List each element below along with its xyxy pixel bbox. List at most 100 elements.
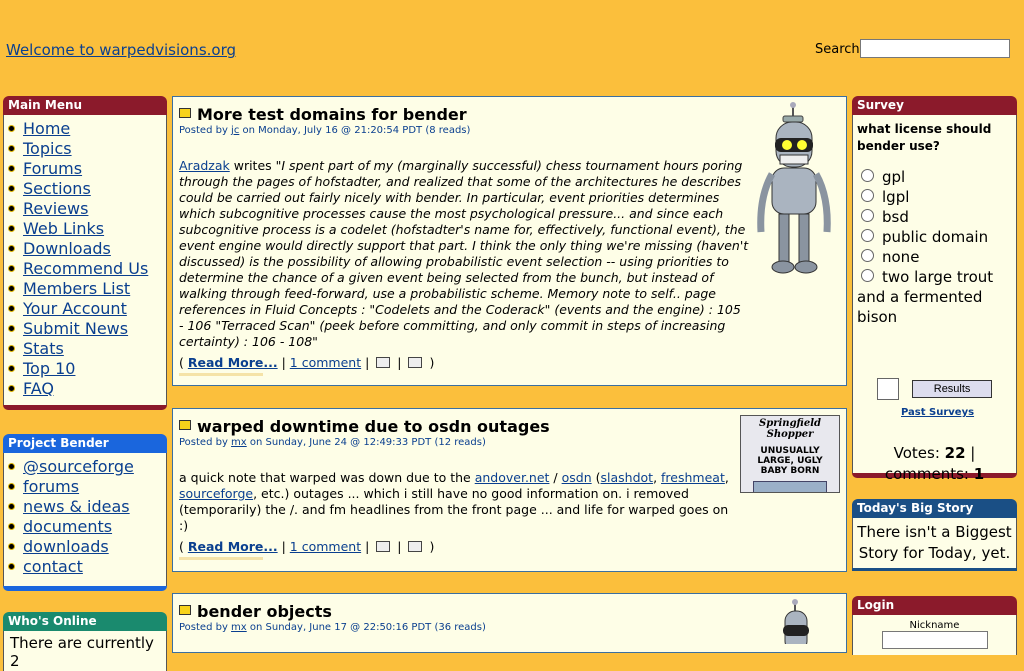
read-more-link[interactable]: Read More... [188,355,278,370]
survey-option[interactable]: none [857,247,1012,267]
project-bender-link[interactable]: contact [23,557,83,576]
story-body: a quick note that warped was down due to… [179,470,729,533]
story-meta: Posted by jc on Monday, July 16 @ 21:20:… [179,125,471,136]
project-bender-item[interactable]: contact [8,557,166,577]
main-menu-link[interactable]: Your Account [23,299,127,318]
nickname-label: Nickname [909,620,960,631]
comments-link[interactable]: 1 comment [290,355,361,370]
radio-button[interactable] [861,229,874,242]
survey-option[interactable]: gpl [857,167,1012,187]
bullet-icon [8,483,15,490]
bullet-icon [8,245,15,252]
main-menu-link[interactable]: Recommend Us [23,259,148,278]
story-body: Aradzak writes "I spent part of my (marg… [179,158,749,349]
slashdot-link[interactable]: slashdot [601,470,654,485]
read-more-link[interactable]: Read More... [188,539,278,554]
survey-option[interactable]: public domain [857,227,1012,247]
bullet-icon [8,523,15,530]
main-menu-link[interactable]: Forums [23,159,82,178]
main-menu-item[interactable]: Recommend Us [8,259,166,279]
survey-option-label: bsd [882,208,909,226]
bullet-icon [8,305,15,312]
main-menu-link[interactable]: Stats [23,339,64,358]
radio-button[interactable] [861,249,874,262]
radio-button[interactable] [861,189,874,202]
main-menu-link[interactable]: FAQ [23,379,54,398]
main-menu-item[interactable]: Reviews [8,199,166,219]
main-menu-link[interactable]: Reviews [23,199,88,218]
past-surveys-link[interactable]: Past Surveys [901,407,974,418]
survey-question: what license should bender use? [857,122,992,153]
project-bender-link[interactable]: downloads [23,537,109,556]
project-bender-item[interactable]: news & ideas [8,497,166,517]
main-menu-item[interactable]: Home [8,119,166,139]
survey-option[interactable]: bsd [857,207,1012,227]
project-bender-item[interactable]: forums [8,477,166,497]
main-menu-item[interactable]: Your Account [8,299,166,319]
topic-icon [179,605,191,615]
story-title: More test domains for bender [179,105,467,124]
story-links: ( Read More... | 1 comment | | ) [179,355,435,370]
project-bender-link[interactable]: documents [23,517,112,536]
project-bender-link[interactable]: news & ideas [23,497,130,516]
main-menu-item[interactable]: Top 10 [8,359,166,379]
results-button[interactable]: Results [912,380,993,398]
main-menu-item[interactable]: Topics [8,139,166,159]
project-bender-item[interactable]: documents [8,517,166,537]
main-menu-link[interactable]: Topics [23,139,72,158]
project-bender-item[interactable]: downloads [8,537,166,557]
radio-button[interactable] [861,209,874,222]
email-icon[interactable] [408,357,423,368]
comments-link[interactable]: 1 comment [290,539,361,554]
osdn-link[interactable]: osdn [562,470,592,485]
main-menu-link[interactable]: Home [23,119,70,138]
main-menu-item[interactable]: Sections [8,179,166,199]
bullet-icon [8,265,15,272]
bullet-icon [8,345,15,352]
story-1: More test domains for bender Posted by j… [172,96,847,386]
big-story-title: Today's Big Story [852,499,1017,518]
bullet-icon [8,205,15,212]
bullet-icon [8,325,15,332]
search-input[interactable] [860,39,1010,58]
main-menu-item[interactable]: Forums [8,159,166,179]
site-welcome-link[interactable]: Welcome to warpedvisions.org [6,41,236,59]
story-links: ( Read More... | 1 comment | | ) [179,539,435,554]
main-menu-item[interactable]: Stats [8,339,166,359]
andover-link[interactable]: andover.net [475,470,550,485]
radio-button[interactable] [861,169,874,182]
project-bender-item[interactable]: @sourceforge [8,457,166,477]
author-link[interactable]: mx [231,437,247,448]
whos-online-block: Who's Online There are currently 2 [3,612,167,671]
printer-icon[interactable] [376,541,391,552]
main-menu-link[interactable]: Members List [23,279,130,298]
project-bender-link[interactable]: @sourceforge [23,457,134,476]
project-bender-title: Project Bender [3,434,167,453]
radio-button[interactable] [861,269,874,282]
writer-link[interactable]: Aradzak [179,158,230,173]
main-menu-item[interactable]: FAQ [8,379,166,399]
big-story-block: Today's Big Story There isn't a Biggest … [852,499,1017,571]
main-menu-link[interactable]: Sections [23,179,91,198]
main-menu-item[interactable]: Downloads [8,239,166,259]
poll-icon[interactable] [877,378,899,400]
bullet-icon [8,225,15,232]
author-link[interactable]: mx [231,622,247,633]
email-icon[interactable] [408,541,423,552]
main-menu-item[interactable]: Submit News [8,319,166,339]
printer-icon[interactable] [376,357,391,368]
main-menu-link[interactable]: Web Links [23,219,104,238]
main-menu-item[interactable]: Members List [8,279,166,299]
bullet-icon [8,563,15,570]
nickname-input[interactable] [881,631,988,649]
main-menu-link[interactable]: Downloads [23,239,111,258]
main-menu-item[interactable]: Web Links [8,219,166,239]
project-bender-link[interactable]: forums [23,477,79,496]
login-title: Login [852,596,1017,615]
freshmeat-link[interactable]: freshmeat [661,470,725,485]
main-menu-link[interactable]: Submit News [23,319,128,338]
survey-option[interactable]: two large trout and a fermented bison [857,267,1012,327]
main-menu-link[interactable]: Top 10 [23,359,75,378]
survey-option[interactable]: lgpl [857,187,1012,207]
sourceforge-link[interactable]: sourceforge [179,486,253,501]
